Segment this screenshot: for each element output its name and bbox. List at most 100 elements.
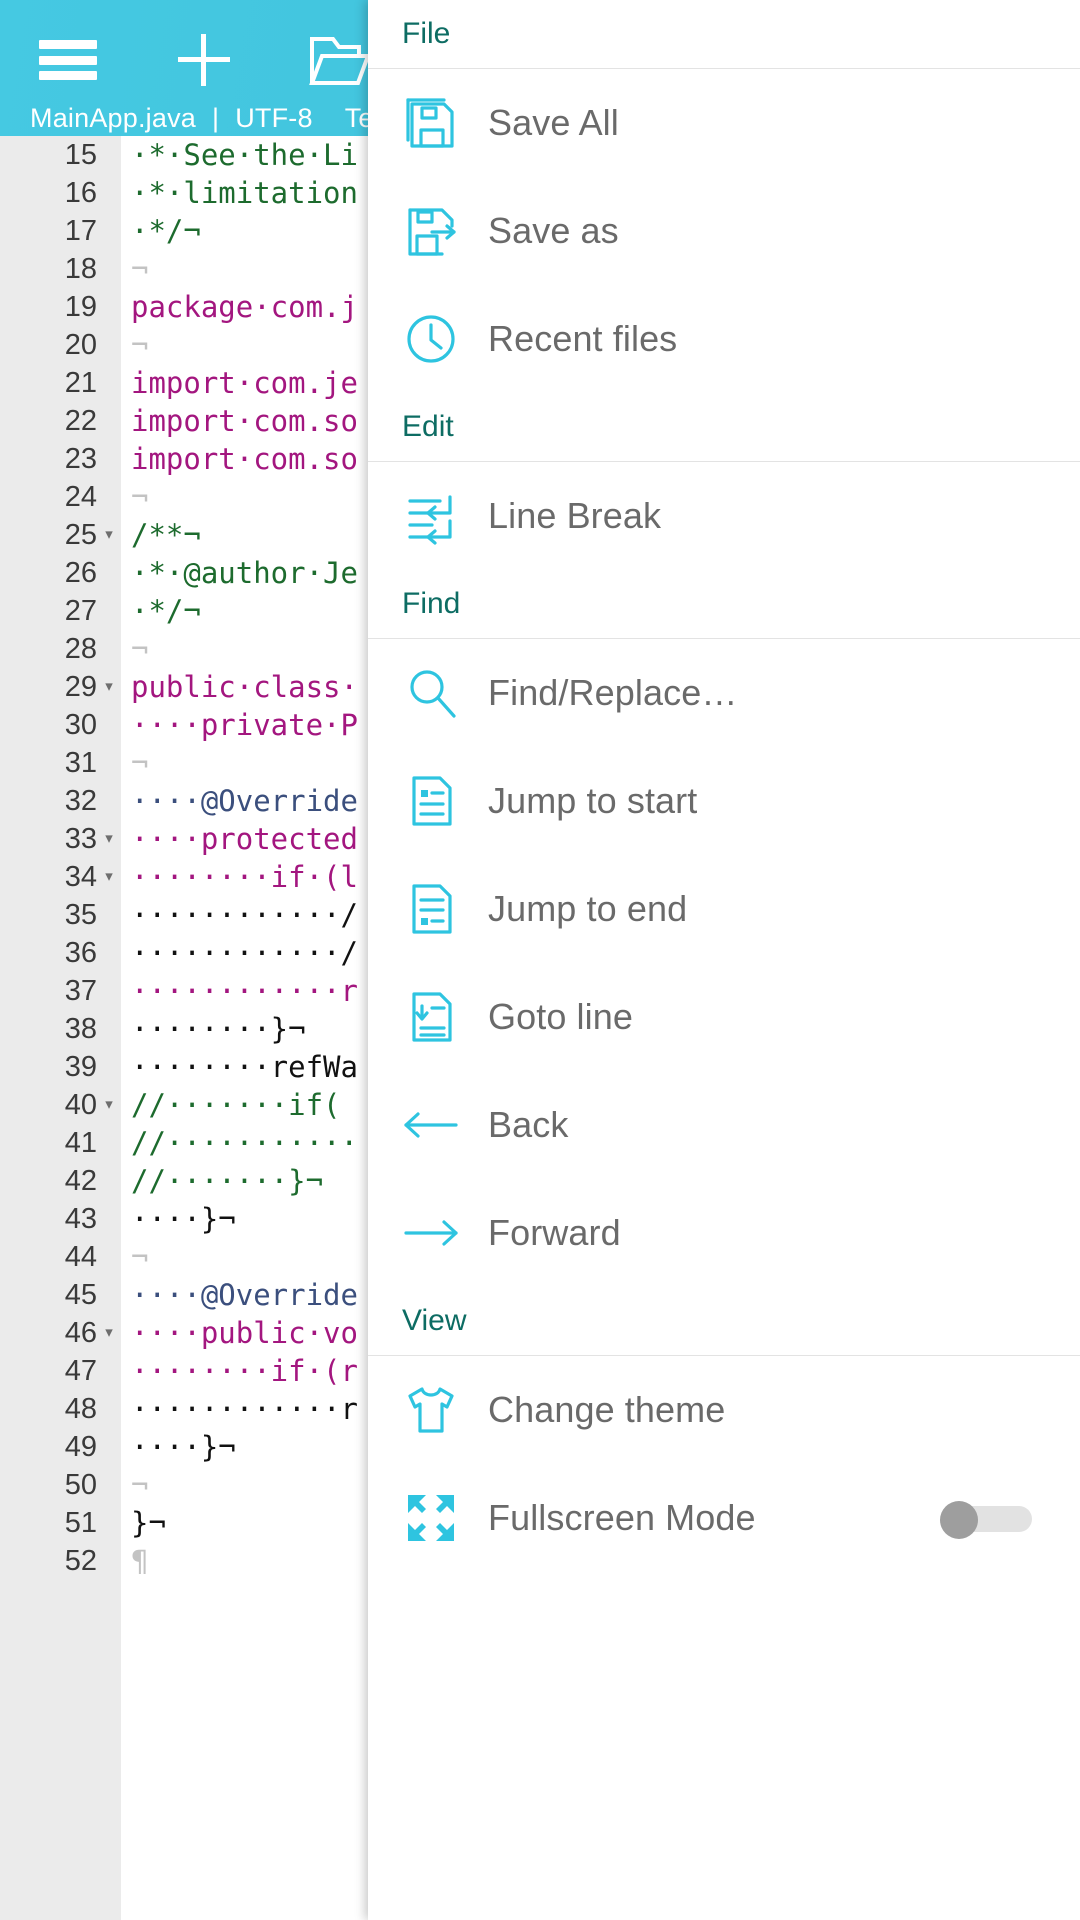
fold-placeholder: · <box>97 364 121 402</box>
arrow-left-icon <box>402 1090 488 1160</box>
line-number: 32 <box>64 785 97 817</box>
hamburger-icon <box>39 40 97 80</box>
fold-placeholder: · <box>97 934 121 972</box>
menu-item-goto-line[interactable]: Goto line <box>368 963 1080 1071</box>
goto-line-icon <box>402 982 488 1052</box>
line-number: 52 <box>64 1545 97 1577</box>
fold-placeholder: · <box>97 1466 121 1504</box>
line-number: 43 <box>64 1203 97 1235</box>
line-number: 18 <box>64 253 97 285</box>
line-number: 24 <box>64 481 97 513</box>
fold-triangle-icon[interactable]: ▾ <box>97 820 121 858</box>
menu-item-label: Forward <box>488 1212 621 1253</box>
menu-item-back[interactable]: Back <box>368 1071 1080 1179</box>
line-number: 48 <box>64 1393 97 1425</box>
fold-placeholder: · <box>97 972 121 1010</box>
save-as-icon <box>402 196 488 266</box>
menu-item-line-break[interactable]: Line Break <box>368 462 1080 570</box>
fold-placeholder: · <box>97 440 121 478</box>
status-separator: | <box>212 102 220 133</box>
fold-triangle-icon[interactable]: ▾ <box>97 1314 121 1352</box>
menu-item-find-replace[interactable]: Find/Replace… <box>368 639 1080 747</box>
menu-section-title-view: View <box>402 1304 467 1337</box>
menu-item-label: Jump to end <box>488 888 688 929</box>
menu-item-label: Change theme <box>488 1389 726 1430</box>
menu-item-save-as[interactable]: Save as <box>368 177 1080 285</box>
fold-placeholder: · <box>97 212 121 250</box>
line-number: 25 <box>64 519 97 551</box>
fullscreen-icon <box>402 1483 488 1553</box>
menu-item-label: Find/Replace… <box>488 672 738 713</box>
menu-item-save-all[interactable]: Save All <box>368 69 1080 177</box>
toggle-knob[interactable] <box>940 1501 978 1539</box>
menu-item-label: Save as <box>488 210 619 251</box>
menu-section-title-edit: Edit <box>402 410 454 443</box>
line-number: 39 <box>64 1051 97 1083</box>
fold-placeholder: · <box>97 174 121 212</box>
line-number: 33 <box>64 823 97 855</box>
menu-button[interactable] <box>0 20 136 100</box>
fold-placeholder: · <box>97 326 121 364</box>
menu-item-label: Goto line <box>488 996 633 1037</box>
line-number: 17 <box>64 215 97 247</box>
line-number: 16 <box>64 177 97 209</box>
menu-item-forward[interactable]: Forward <box>368 1179 1080 1287</box>
fold-triangle-icon[interactable]: ▾ <box>97 516 121 554</box>
fullscreen-mode-toggle[interactable] <box>940 1501 1032 1539</box>
line-number: 46 <box>64 1317 97 1349</box>
line-number: 49 <box>64 1431 97 1463</box>
save-all-icon <box>402 88 488 158</box>
fold-placeholder: · <box>97 1238 121 1276</box>
line-number: 22 <box>64 405 97 437</box>
line-number: 21 <box>64 367 97 399</box>
menu-item-label: Jump to start <box>488 780 698 821</box>
fold-placeholder: · <box>97 1352 121 1390</box>
fold-placeholder: · <box>97 1048 121 1086</box>
line-number: 38 <box>64 1013 97 1045</box>
fold-placeholder: · <box>97 1200 121 1238</box>
clock-icon <box>402 304 488 374</box>
line-number: 31 <box>64 747 97 779</box>
new-file-button[interactable] <box>136 20 272 100</box>
fold-placeholder: · <box>97 554 121 592</box>
menu-item-label: Recent files <box>488 318 678 359</box>
menu-item-jump-to-end[interactable]: Jump to end <box>368 855 1080 963</box>
menu-item-label: Back <box>488 1104 569 1145</box>
menu-item-jump-to-start[interactable]: Jump to start <box>368 747 1080 855</box>
line-number: 36 <box>64 937 97 969</box>
fold-triangle-icon[interactable]: ▾ <box>97 1086 121 1124</box>
fold-triangle-icon[interactable]: ▾ <box>97 858 121 896</box>
line-number: 47 <box>64 1355 97 1387</box>
menu-item-label: Line Break <box>488 495 662 536</box>
fold-placeholder: · <box>97 402 121 440</box>
line-number: 45 <box>64 1279 97 1311</box>
document-top-icon <box>402 766 488 836</box>
line-number: 20 <box>64 329 97 361</box>
menu-item-recent-files[interactable]: Recent files <box>368 285 1080 393</box>
line-number: 40 <box>64 1089 97 1121</box>
line-number: 15 <box>64 139 97 171</box>
fold-placeholder: · <box>97 896 121 934</box>
fold-placeholder: · <box>97 1504 121 1542</box>
fold-triangle-icon[interactable]: ▾ <box>97 668 121 706</box>
fold-placeholder: · <box>97 782 121 820</box>
line-break-icon <box>402 481 488 551</box>
main-menu-panel[interactable]: File Save All Save as Recent files Edit Line … <box>368 0 1080 1920</box>
fold-placeholder: · <box>97 706 121 744</box>
status-encoding: UTF-8 <box>235 102 313 133</box>
fold-placeholder: · <box>97 1162 121 1200</box>
fold-placeholder: · <box>97 1010 121 1048</box>
fold-placeholder: · <box>97 478 121 516</box>
menu-item-change-theme[interactable]: Change theme <box>368 1356 1080 1464</box>
line-number: 26 <box>64 557 97 589</box>
line-number: 29 <box>64 671 97 703</box>
line-number: 23 <box>64 443 97 475</box>
fold-placeholder: · <box>97 1124 121 1162</box>
line-number: 30 <box>64 709 97 741</box>
line-number: 51 <box>64 1507 97 1539</box>
menu-item-fullscreen-mode[interactable]: Fullscreen Mode <box>368 1464 1080 1572</box>
line-number: 34 <box>64 861 97 893</box>
fold-placeholder: · <box>97 592 121 630</box>
line-number: 35 <box>64 899 97 931</box>
menu-item-label: Save All <box>488 102 619 143</box>
